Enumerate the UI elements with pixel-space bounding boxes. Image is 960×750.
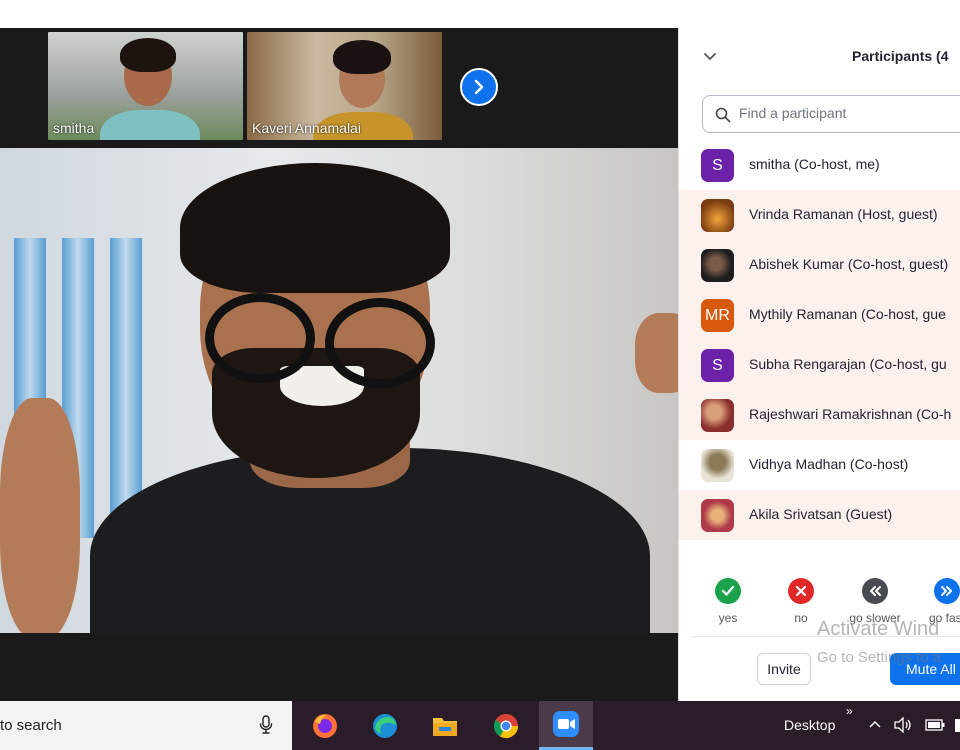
feedback-go-fast[interactable]: go fast (917, 578, 960, 625)
nonverbal-feedback-bar: yes no go slower go fast (679, 568, 960, 638)
search-input[interactable] (737, 104, 960, 122)
check-icon (715, 578, 741, 604)
participant-name: Mythily Ramanan (Co-host, gue (749, 306, 946, 322)
feedback-label: yes (718, 611, 738, 625)
overflow-chevron-icon[interactable]: » (846, 704, 853, 718)
panel-header: Participants (4 (679, 28, 960, 84)
avatar-initials: S (712, 356, 723, 374)
avatar (701, 449, 734, 482)
windows-taskbar: to search Desktop » (0, 701, 960, 750)
speaker-hand-left (0, 398, 80, 633)
avatar (701, 249, 734, 282)
invite-button[interactable]: Invite (757, 653, 811, 685)
firefox-icon[interactable] (298, 701, 352, 750)
notification-icon[interactable] (955, 719, 960, 732)
chrome-icon[interactable] (479, 701, 533, 750)
desktop-toolbar-label[interactable]: Desktop (784, 717, 835, 733)
video-area: smitha Kaveri Annamalai (0, 28, 678, 701)
top-strip (0, 0, 960, 28)
participant-name: Abishek Kumar (Co-host, guest) (749, 256, 949, 272)
chevron-down-icon[interactable] (701, 47, 719, 65)
feedback-label: no (794, 611, 808, 625)
thumbnail-name: smitha (53, 120, 95, 136)
avatar: S (701, 349, 734, 382)
rewind-icon (862, 578, 888, 604)
speaker-hair (180, 163, 450, 293)
participants-panel: Participants (4 S smitha (Co-host, me) V… (678, 28, 960, 701)
volume-icon[interactable] (893, 717, 913, 733)
feedback-yes[interactable]: yes (698, 578, 758, 625)
participant-hair (120, 38, 176, 72)
zoom-icon[interactable] (539, 701, 593, 750)
avatar-initials: S (712, 156, 723, 174)
participant-name: Vidhya Madhan (Co-host) (749, 456, 909, 472)
participant-row[interactable]: Akila Srivatsan (Guest) (679, 490, 960, 540)
participant-row[interactable]: Rajeshwari Ramakrishnan (Co-h (679, 390, 960, 440)
avatar (701, 499, 734, 532)
feedback-label: go fast (928, 611, 960, 625)
participant-row[interactable]: Abishek Kumar (Co-host, guest) (679, 240, 960, 290)
participant-row[interactable]: MR Mythily Ramanan (Co-host, gue (679, 290, 960, 340)
participant-body (100, 110, 200, 140)
chevron-right-icon (474, 79, 484, 95)
active-speaker-video (0, 148, 678, 633)
participant-hair (333, 40, 391, 74)
video-bottom-bar (0, 633, 678, 701)
participant-row[interactable]: Vidhya Madhan (Co-host) (679, 440, 960, 490)
fast-forward-icon (934, 578, 960, 604)
mute-all-button[interactable]: Mute All (890, 653, 960, 685)
file-explorer-icon[interactable] (418, 701, 472, 750)
participant-row[interactable]: S Subha Rengarajan (Co-host, gu (679, 340, 960, 390)
next-page-button[interactable] (460, 68, 498, 106)
search-icon (715, 107, 731, 123)
glasses-icon (205, 293, 315, 383)
participant-row[interactable]: S smitha (Co-host, me) (679, 140, 960, 190)
participant-search[interactable] (702, 95, 960, 133)
avatar-initials: MR (705, 306, 730, 324)
participant-name: smitha (Co-host, me) (749, 156, 880, 172)
divider (691, 636, 960, 637)
thumbnail-name: Kaveri Annamalai (252, 120, 361, 136)
taskbar-search-box[interactable]: to search (0, 701, 292, 750)
avatar (701, 199, 734, 232)
participant-row[interactable]: Vrinda Ramanan (Host, guest) (679, 190, 960, 240)
avatar (701, 399, 734, 432)
panel-title: Participants (4 (852, 48, 949, 64)
feedback-no[interactable]: no (771, 578, 831, 625)
taskbar-search-text: to search (0, 717, 62, 734)
participant-name: Rajeshwari Ramakrishnan (Co-h (749, 406, 952, 422)
avatar: S (701, 149, 734, 182)
participant-name: Akila Srivatsan (Guest) (749, 506, 893, 522)
video-thumbnail-smitha[interactable]: smitha (48, 32, 243, 140)
battery-icon[interactable] (925, 719, 945, 731)
participant-name: Subha Rengarajan (Co-host, gu (749, 356, 947, 372)
video-thumbnail-kaveri[interactable]: Kaveri Annamalai (247, 32, 442, 140)
microphone-icon[interactable] (259, 715, 273, 735)
participant-name: Vrinda Ramanan (Host, guest) (749, 206, 938, 222)
speaker-hand-right (635, 313, 678, 393)
x-icon (788, 578, 814, 604)
participant-list: S smitha (Co-host, me) Vrinda Ramanan (H… (679, 140, 960, 542)
glasses-icon (325, 298, 435, 388)
feedback-go-slower[interactable]: go slower (845, 578, 905, 625)
edge-icon[interactable] (358, 701, 412, 750)
avatar: MR (701, 299, 734, 332)
feedback-label: go slower (849, 611, 901, 625)
show-hidden-icons-icon[interactable] (868, 719, 882, 729)
